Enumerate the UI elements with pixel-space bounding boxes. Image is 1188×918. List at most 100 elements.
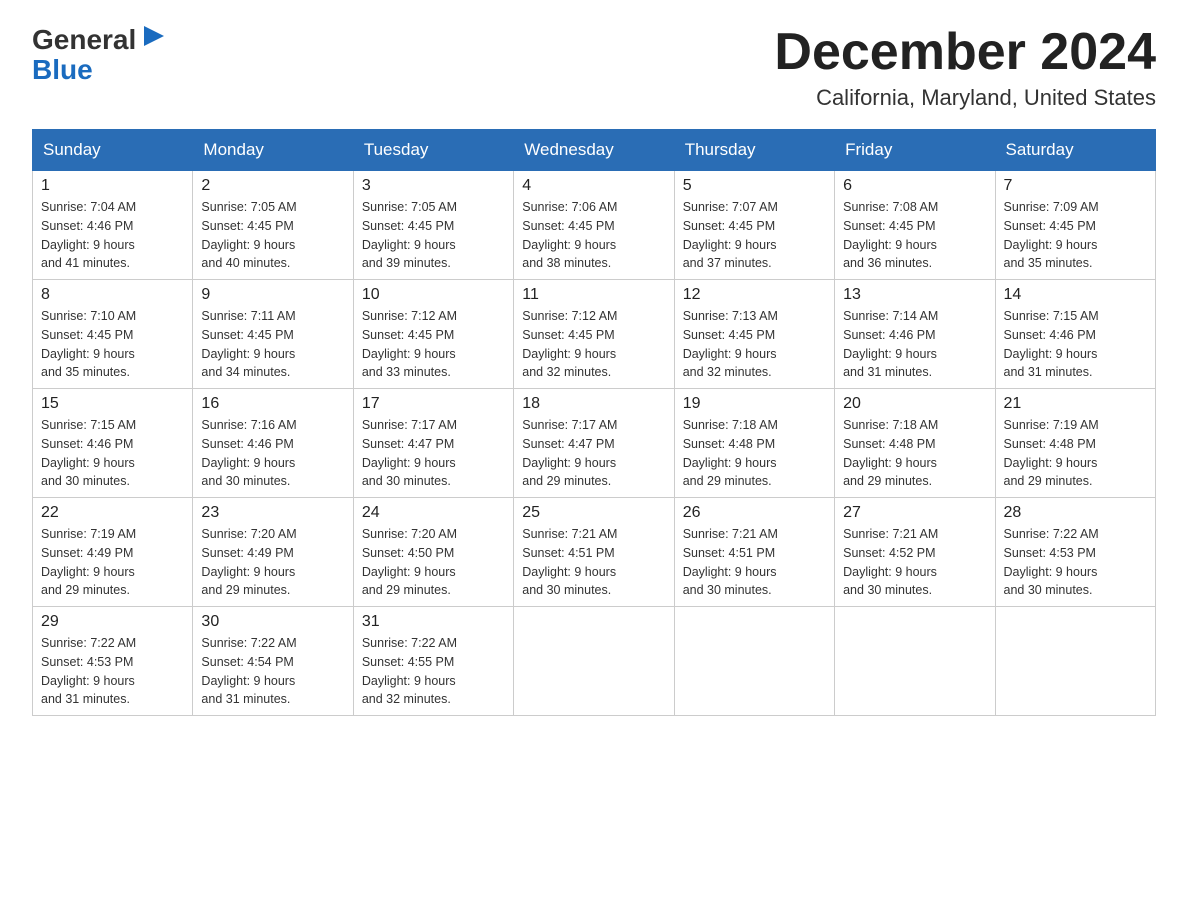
logo: General Blue [32, 24, 168, 86]
calendar-cell: 21Sunrise: 7:19 AMSunset: 4:48 PMDayligh… [995, 389, 1155, 498]
calendar-cell: 17Sunrise: 7:17 AMSunset: 4:47 PMDayligh… [353, 389, 513, 498]
calendar-cell: 20Sunrise: 7:18 AMSunset: 4:48 PMDayligh… [835, 389, 995, 498]
calendar-cell [514, 607, 674, 716]
calendar-cell [835, 607, 995, 716]
day-info: Sunrise: 7:21 AMSunset: 4:51 PMDaylight:… [683, 525, 826, 600]
calendar-cell: 27 Sunrise: 7:21 AMSunset: 4:52 PMDayligh… [835, 498, 995, 607]
calendar-cell: 8 Sunrise: 7:10 AMSunset: 4:45 PMDaylight… [33, 280, 193, 389]
day-header-friday: Friday [835, 130, 995, 171]
day-info: Sunrise: 7:20 AMSunset: 4:49 PMDaylight:… [201, 525, 344, 600]
calendar-cell: 31 Sunrise: 7:22 AMSunset: 4:55 PMDayligh… [353, 607, 513, 716]
day-header-tuesday: Tuesday [353, 130, 513, 171]
calendar-cell: 18 Sunrise: 7:17 AMSunset: 4:47 PMDayligh… [514, 389, 674, 498]
day-number: 27 [843, 504, 986, 522]
calendar-cell: 1 Sunrise: 7:04 AMSunset: 4:46 PMDaylight… [33, 171, 193, 280]
calendar-cell: 11 Sunrise: 7:12 AMSunset: 4:45 PMDayligh… [514, 280, 674, 389]
day-number: 29 [41, 613, 184, 631]
calendar-cell: 22 Sunrise: 7:19 AMSunset: 4:49 PMDayligh… [33, 498, 193, 607]
day-number: 26 [683, 504, 826, 522]
day-number: 11 [522, 286, 665, 304]
day-info: Sunrise: 7:16 AMSunset: 4:46 PMDaylight:… [201, 416, 344, 491]
day-info: Sunrise: 7:19 AMSunset: 4:49 PMDaylight:… [41, 525, 184, 600]
calendar-cell: 15 Sunrise: 7:15 AMSunset: 4:46 PMDayligh… [33, 389, 193, 498]
day-number: 17 [362, 395, 505, 413]
calendar-cell: 24 Sunrise: 7:20 AMSunset: 4:50 PMDayligh… [353, 498, 513, 607]
day-number: 18 [522, 395, 665, 413]
calendar-cell: 14 Sunrise: 7:15 AMSunset: 4:46 PMDayligh… [995, 280, 1155, 389]
day-info: Sunrise: 7:15 AMSunset: 4:46 PMDaylight:… [1004, 307, 1147, 382]
calendar-cell: 29 Sunrise: 7:22 AMSunset: 4:53 PMDayligh… [33, 607, 193, 716]
logo-arrow-icon [140, 22, 168, 55]
day-info: Sunrise: 7:04 AMSunset: 4:46 PMDaylight:… [41, 198, 184, 273]
calendar-subtitle: California, Maryland, United States [774, 85, 1156, 111]
calendar-cell: 10 Sunrise: 7:12 AMSunset: 4:45 PMDayligh… [353, 280, 513, 389]
day-number: 30 [201, 613, 344, 631]
day-info: Sunrise: 7:19 AMSunset: 4:48 PMDaylight:… [1004, 416, 1147, 491]
day-number: 4 [522, 177, 665, 195]
day-header-sunday: Sunday [33, 130, 193, 171]
day-number: 6 [843, 177, 986, 195]
day-number: 31 [362, 613, 505, 631]
calendar-week-row: 29 Sunrise: 7:22 AMSunset: 4:53 PMDayligh… [33, 607, 1156, 716]
calendar-cell: 7Sunrise: 7:09 AMSunset: 4:45 PMDaylight… [995, 171, 1155, 280]
day-number: 15 [41, 395, 184, 413]
calendar-cell: 12Sunrise: 7:13 AMSunset: 4:45 PMDayligh… [674, 280, 834, 389]
day-info: Sunrise: 7:18 AMSunset: 4:48 PMDaylight:… [683, 416, 826, 491]
day-info: Sunrise: 7:07 AMSunset: 4:45 PMDaylight:… [683, 198, 826, 273]
calendar-title: December 2024 [774, 24, 1156, 81]
day-info: Sunrise: 7:21 AMSunset: 4:51 PMDaylight:… [522, 525, 665, 600]
day-info: Sunrise: 7:20 AMSunset: 4:50 PMDaylight:… [362, 525, 505, 600]
day-number: 3 [362, 177, 505, 195]
day-number: 1 [41, 177, 184, 195]
calendar-cell: 28 Sunrise: 7:22 AMSunset: 4:53 PMDayligh… [995, 498, 1155, 607]
day-number: 28 [1004, 504, 1147, 522]
logo-text: General [32, 24, 168, 56]
day-header-monday: Monday [193, 130, 353, 171]
day-header-saturday: Saturday [995, 130, 1155, 171]
day-number: 22 [41, 504, 184, 522]
day-number: 10 [362, 286, 505, 304]
day-info: Sunrise: 7:08 AMSunset: 4:45 PMDaylight:… [843, 198, 986, 273]
day-number: 25 [522, 504, 665, 522]
logo-general-text: General [32, 24, 136, 56]
day-info: Sunrise: 7:15 AMSunset: 4:46 PMDaylight:… [41, 416, 184, 491]
calendar-week-row: 15 Sunrise: 7:15 AMSunset: 4:46 PMDayligh… [33, 389, 1156, 498]
calendar-body: 1 Sunrise: 7:04 AMSunset: 4:46 PMDaylight… [33, 171, 1156, 716]
day-number: 8 [41, 286, 184, 304]
day-info: Sunrise: 7:11 AMSunset: 4:45 PMDaylight:… [201, 307, 344, 382]
day-info: Sunrise: 7:21 AMSunset: 4:52 PMDaylight:… [843, 525, 986, 600]
day-info: Sunrise: 7:22 AMSunset: 4:54 PMDaylight:… [201, 634, 344, 709]
day-number: 24 [362, 504, 505, 522]
day-info: Sunrise: 7:22 AMSunset: 4:55 PMDaylight:… [362, 634, 505, 709]
day-info: Sunrise: 7:18 AMSunset: 4:48 PMDaylight:… [843, 416, 986, 491]
day-info: Sunrise: 7:17 AMSunset: 4:47 PMDaylight:… [522, 416, 665, 491]
day-info: Sunrise: 7:10 AMSunset: 4:45 PMDaylight:… [41, 307, 184, 382]
day-info: Sunrise: 7:06 AMSunset: 4:45 PMDaylight:… [522, 198, 665, 273]
day-number: 5 [683, 177, 826, 195]
calendar-cell: 9Sunrise: 7:11 AMSunset: 4:45 PMDaylight… [193, 280, 353, 389]
calendar-cell: 26 Sunrise: 7:21 AMSunset: 4:51 PMDayligh… [674, 498, 834, 607]
calendar-cell: 16 Sunrise: 7:16 AMSunset: 4:46 PMDayligh… [193, 389, 353, 498]
day-info: Sunrise: 7:05 AMSunset: 4:45 PMDaylight:… [201, 198, 344, 273]
calendar-header-row: SundayMondayTuesdayWednesdayThursdayFrid… [33, 130, 1156, 171]
calendar-cell [674, 607, 834, 716]
calendar-cell: 6 Sunrise: 7:08 AMSunset: 4:45 PMDaylight… [835, 171, 995, 280]
day-info: Sunrise: 7:12 AMSunset: 4:45 PMDaylight:… [362, 307, 505, 382]
calendar-week-row: 8 Sunrise: 7:10 AMSunset: 4:45 PMDaylight… [33, 280, 1156, 389]
day-info: Sunrise: 7:22 AMSunset: 4:53 PMDaylight:… [1004, 525, 1147, 600]
day-info: Sunrise: 7:22 AMSunset: 4:53 PMDaylight:… [41, 634, 184, 709]
day-header-wednesday: Wednesday [514, 130, 674, 171]
day-info: Sunrise: 7:12 AMSunset: 4:45 PMDaylight:… [522, 307, 665, 382]
day-number: 13 [843, 286, 986, 304]
page-header: General Blue December 2024 California, M… [32, 24, 1156, 111]
calendar-cell: 4 Sunrise: 7:06 AMSunset: 4:45 PMDaylight… [514, 171, 674, 280]
day-number: 16 [201, 395, 344, 413]
calendar-cell: 3Sunrise: 7:05 AMSunset: 4:45 PMDaylight… [353, 171, 513, 280]
calendar-cell: 19 Sunrise: 7:18 AMSunset: 4:48 PMDayligh… [674, 389, 834, 498]
calendar-week-row: 22 Sunrise: 7:19 AMSunset: 4:49 PMDayligh… [33, 498, 1156, 607]
day-number: 23 [201, 504, 344, 522]
calendar-cell: 23 Sunrise: 7:20 AMSunset: 4:49 PMDayligh… [193, 498, 353, 607]
day-number: 14 [1004, 286, 1147, 304]
day-number: 7 [1004, 177, 1147, 195]
day-number: 19 [683, 395, 826, 413]
